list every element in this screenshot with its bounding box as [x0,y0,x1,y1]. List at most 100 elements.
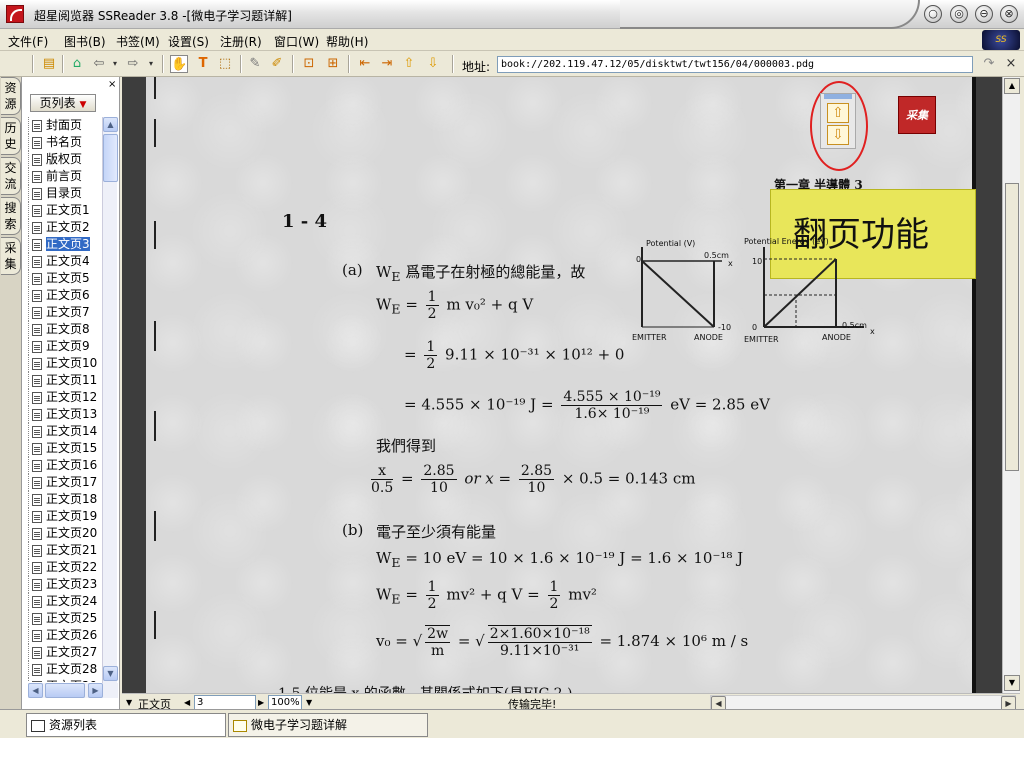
next-page-icon[interactable]: ▶ [258,698,264,707]
sidebar-close-icon[interactable]: × [108,79,116,90]
tab-search[interactable]: 搜索 [1,197,21,235]
page-list-item[interactable]: 正文页21 [28,542,102,559]
scroll-right-icon[interactable]: ▶ [88,683,103,698]
last-page-icon[interactable]: ⇥ [378,55,396,73]
page-list-item[interactable]: 正文页2 [28,219,102,236]
go-icon[interactable]: ↷ [980,55,998,73]
scroll-left-icon[interactable]: ◀ [28,683,43,698]
tab-collect[interactable]: 采集 [1,237,21,275]
page-list-item[interactable]: 正文页8 [28,321,102,338]
close-button[interactable]: ⊗ [1000,5,1018,23]
page-list-item[interactable]: 正文页18 [28,491,102,508]
tab-resources[interactable]: 资源 [1,77,21,115]
panel-icon[interactable]: ▤ [40,55,58,73]
close-toolbar-icon[interactable]: × [1002,55,1020,73]
page-list-item[interactable]: 正文页16 [28,457,102,474]
fit-width-icon[interactable]: ⊡ [300,55,318,73]
document-scroll-thumb[interactable] [1005,183,1019,471]
page-up-icon[interactable]: ⇧ [400,55,418,73]
first-page-icon[interactable]: ⇤ [356,55,374,73]
page-list-item[interactable]: 正文页24 [28,593,102,610]
page-list-item[interactable]: 正文页13 [28,406,102,423]
task-resource-list[interactable]: 资源列表 [26,713,226,737]
next-page-arrow-icon[interactable]: ⇩ [827,125,849,145]
scroll-thumb[interactable] [103,134,118,182]
page-list-item[interactable]: 正文页25 [28,610,102,627]
page-list-item[interactable]: 封面页 [28,117,102,134]
page-list-item[interactable]: 正文页27 [28,644,102,661]
prev-page-arrow-icon[interactable]: ⇧ [827,103,849,123]
tab-history[interactable]: 历史 [1,117,21,155]
menu-register[interactable]: 注册(R) [220,33,262,50]
prev-page-icon[interactable]: ◀ [184,698,190,707]
page-list-item[interactable]: 正文页14 [28,423,102,440]
page-list-item[interactable]: 正文页9 [28,338,102,355]
page-down-icon[interactable]: ⇩ [424,55,442,73]
page-doc-icon [32,137,42,149]
page-list-item[interactable]: 正文页4 [28,253,102,270]
margin-line [154,511,156,541]
page-list-item[interactable]: 正文页5 [28,270,102,287]
page-type-dropdown-icon[interactable]: ▼ [126,698,132,707]
page-list-item[interactable]: 正文页10 [28,355,102,372]
page-list-item[interactable]: 正文页23 [28,576,102,593]
document-view[interactable]: ⇧ ⇩ 采集 第一章 半導體 3 翻页功能 1 - 4 (a) WE 爲電子在射… [122,77,1002,693]
tab-exchange[interactable]: 交流 [1,157,21,195]
document-hscrollbar[interactable]: ◀ ▶ [710,695,1016,711]
help-button[interactable]: ○ [924,5,942,23]
sidebar-scrollbar[interactable]: ▲ ▼ [102,117,118,683]
toolbar-separator [162,55,164,73]
page-list-item[interactable]: 正文页26 [28,627,102,644]
fit-page-icon[interactable]: ⊞ [324,55,342,73]
page-list-item[interactable]: 正文页29 [28,678,102,682]
menu-file[interactable]: 文件(F) [8,33,48,50]
zoom-input[interactable]: 100% [268,695,302,710]
address-input[interactable]: book://202.119.47.12/05/disktwt/twt156/0… [497,56,973,73]
page-list-item[interactable]: 正文页28 [28,661,102,678]
back-dropdown-icon[interactable]: ▾ [106,55,124,73]
scroll-up-icon[interactable]: ▲ [103,117,118,132]
forward-dropdown-icon[interactable]: ▾ [142,55,160,73]
page-list-item[interactable]: 正文页20 [28,525,102,542]
home-icon[interactable]: ⌂ [68,55,86,73]
select-icon[interactable]: ⬚ [216,55,234,73]
page-number-input[interactable]: 3 [194,695,256,710]
page-list-item[interactable]: 正文页1 [28,202,102,219]
page-list-item[interactable]: 正文页12 [28,389,102,406]
hscroll-thumb[interactable] [45,683,85,698]
page-list-item[interactable]: 前言页 [28,168,102,185]
scroll-down-icon[interactable]: ▼ [1004,675,1020,691]
page-list-dropdown[interactable]: 页列表 ▼ [30,94,96,112]
highlight-icon[interactable]: ✐ [268,55,286,73]
page-list-item[interactable]: 目录页 [28,185,102,202]
page-list-item[interactable]: 正文页19 [28,508,102,525]
document-scrollbar[interactable]: ▲ ▼ [1002,77,1020,693]
collect-logo[interactable]: 采集 [898,96,936,134]
menu-bookmark[interactable]: 书签(M) [116,33,160,50]
page-list-item[interactable]: 正文页22 [28,559,102,576]
page-list-item[interactable]: 版权页 [28,151,102,168]
menu-window[interactable]: 窗口(W) [274,33,319,50]
ssreader-logo-icon[interactable] [6,5,24,23]
zoom-dropdown-icon[interactable]: ▼ [306,698,312,707]
scroll-up-icon[interactable]: ▲ [1004,78,1020,94]
note-icon[interactable]: ✎ [246,55,264,73]
maximize-button[interactable]: ⊖ [975,5,993,23]
page-list-item[interactable]: 正文页17 [28,474,102,491]
page-list-item[interactable]: 正文页3 [28,236,102,253]
menu-book[interactable]: 图书(B) [64,33,106,50]
page-list-item[interactable]: 正文页15 [28,440,102,457]
page-list-item[interactable]: 书名页 [28,134,102,151]
page-list-item[interactable]: 正文页6 [28,287,102,304]
minimize-button[interactable]: ◎ [950,5,968,23]
page-list-item[interactable]: 正文页7 [28,304,102,321]
scroll-down-icon[interactable]: ▼ [103,666,118,681]
hand-icon[interactable]: ✋ [170,55,188,73]
task-book-window[interactable]: 微电子学习题详解 [228,713,428,737]
page-list-item[interactable]: 正文页11 [28,372,102,389]
forward-icon[interactable]: ⇨ [124,55,142,73]
sidebar-hscrollbar[interactable]: ◀ ▶ [28,683,118,698]
menu-settings[interactable]: 设置(S) [168,33,209,50]
menu-help[interactable]: 帮助(H) [326,33,368,50]
text-icon[interactable]: T [194,55,212,73]
